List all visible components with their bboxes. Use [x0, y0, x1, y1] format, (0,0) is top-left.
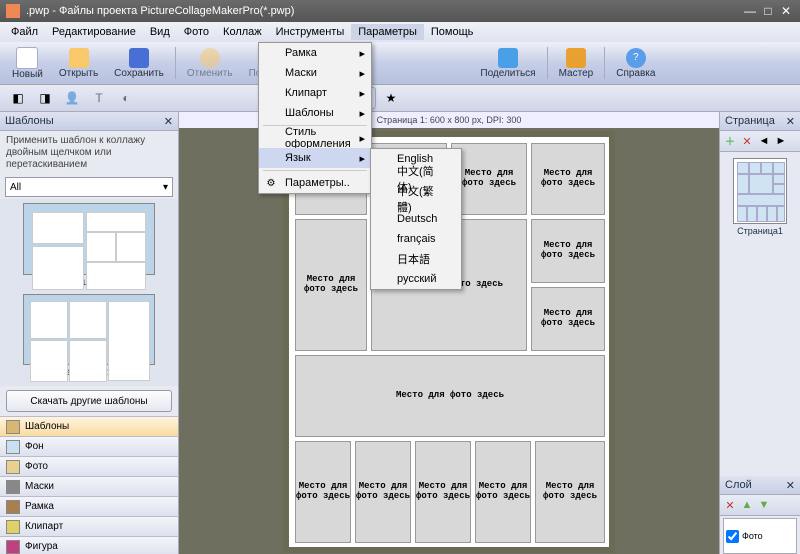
close-pages-icon[interactable]: ✕	[786, 115, 795, 128]
tool-2[interactable]: ◨	[33, 87, 57, 109]
save-button[interactable]: Сохранить	[106, 46, 172, 81]
menu-item-language[interactable]: Язык▸	[259, 148, 371, 168]
help-button[interactable]: ?Справка	[608, 46, 663, 81]
maximize-button[interactable]: □	[760, 4, 776, 18]
photo-cell[interactable]: Место для фото здесь	[531, 143, 605, 215]
menu-bar: Файл Редактирование Вид Фото Коллаж Инст…	[0, 22, 800, 42]
menu-item-style[interactable]: Стиль оформления▸	[259, 128, 371, 148]
photo-cell[interactable]: Место для фото здесь	[415, 441, 471, 543]
layer-visible-checkbox[interactable]	[726, 530, 739, 543]
master-button[interactable]: Мастер	[551, 46, 602, 81]
tool-4[interactable]: T	[87, 87, 111, 109]
photo-cell[interactable]: Место для фото здесь	[531, 287, 605, 351]
wand-icon	[566, 48, 586, 68]
down-layer-icon[interactable]: ▼	[757, 498, 771, 512]
tool-3[interactable]: 👤	[60, 87, 84, 109]
close-layers-icon[interactable]: ✕	[786, 479, 795, 492]
share-button[interactable]: Поделиться	[472, 46, 543, 81]
tab-background[interactable]: Фон	[0, 436, 178, 456]
dropdown-icon: ▾	[163, 182, 168, 193]
right-panel: Страница✕ ＋ ✕ ◄ ► Страница1 Слой✕ ✕ ▲ ▼ …	[719, 112, 800, 554]
template-thumb-2[interactable]	[23, 294, 155, 366]
minimize-button[interactable]: —	[742, 4, 758, 18]
undo-icon	[200, 48, 220, 68]
layers-title: Слой	[725, 479, 752, 491]
menu-item-params[interactable]: ⚙Параметры..	[259, 173, 371, 193]
template-thumb-1[interactable]	[23, 203, 155, 275]
photo-cell[interactable]: Место для фото здесь	[355, 441, 411, 543]
lang-french[interactable]: français	[371, 229, 461, 249]
photo-cell[interactable]: Место для фото здесь	[295, 441, 351, 543]
prev-page-icon[interactable]: ◄	[757, 134, 771, 148]
save-icon	[129, 48, 149, 68]
delete-page-icon[interactable]: ✕	[740, 134, 754, 148]
open-button[interactable]: Открыть	[51, 46, 106, 81]
tab-photo[interactable]: Фото	[0, 456, 178, 476]
page-name-1: Страница1	[720, 226, 800, 236]
next-page-icon[interactable]: ►	[774, 134, 788, 148]
photo-cell[interactable]: Место для фото здесь	[535, 441, 605, 543]
app-icon	[6, 4, 20, 18]
up-layer-icon[interactable]: ▲	[740, 498, 754, 512]
photo-cell[interactable]: Место для фото здесь	[531, 219, 605, 283]
menu-edit[interactable]: Редактирование	[45, 24, 143, 40]
close-button[interactable]: ✕	[778, 4, 794, 18]
undo-button[interactable]: Отменить	[179, 46, 241, 81]
toolbar: Новый Открыть Сохранить Отменить Повтори…	[0, 42, 800, 85]
lang-german[interactable]: Deutsch	[371, 209, 461, 229]
photo-cell[interactable]: Место для фото здесь	[451, 143, 527, 215]
menu-item-masks[interactable]: Маски▸	[259, 63, 371, 83]
menu-item-frame[interactable]: Рамка▸	[259, 43, 371, 63]
menu-view[interactable]: Вид	[143, 24, 177, 40]
lang-japanese[interactable]: 日本語	[371, 249, 461, 269]
params-menu: Рамка▸ Маски▸ Клипарт▸ Шаблоны▸ Стиль оф…	[258, 42, 372, 194]
secondary-toolbar: ◧ ◨ 👤 T ◐ 💾▾ 📁▾ ▶▾ ★	[0, 85, 800, 112]
template-filter[interactable]: All▾	[5, 177, 173, 197]
download-templates-button[interactable]: Скачать другие шаблоны	[6, 390, 172, 412]
layer-name: Фото	[742, 531, 763, 541]
photo-cell[interactable]: Место для фото здесь	[475, 441, 531, 543]
close-panel-icon[interactable]: ✕	[164, 115, 173, 128]
lang-russian[interactable]: русский	[371, 269, 461, 289]
delete-layer-icon[interactable]: ✕	[723, 498, 737, 512]
share-icon	[498, 48, 518, 68]
left-panel: Шаблоны ✕ Применить шаблон к коллажу двой…	[0, 112, 179, 554]
menu-item-templates[interactable]: Шаблоны▸	[259, 103, 371, 123]
tab-frame[interactable]: Рамка	[0, 496, 178, 516]
open-icon	[69, 48, 89, 68]
gear-icon: ⚙	[264, 176, 278, 190]
menu-tools[interactable]: Инструменты	[269, 24, 352, 40]
help-icon: ?	[626, 48, 646, 68]
language-submenu: English 中文(简体) 中文(繁體) Deutsch français 日…	[370, 148, 462, 290]
menu-help[interactable]: Помощь	[424, 24, 481, 40]
menu-file[interactable]: Файл	[4, 24, 45, 40]
templates-hint: Применить шаблон к коллажу двойным щелчк…	[0, 131, 178, 175]
tool-1[interactable]: ◧	[6, 87, 30, 109]
window-title: .pwp - Файлы проекта PictureCollageMaker…	[26, 5, 740, 17]
pages-title: Страница	[725, 115, 775, 127]
menu-params[interactable]: Параметры	[351, 24, 424, 40]
menu-collage[interactable]: Коллаж	[216, 24, 269, 40]
tab-templates[interactable]: Шаблоны	[0, 416, 178, 436]
tab-masks[interactable]: Маски	[0, 476, 178, 496]
photo-cell[interactable]: Место для фото здесь	[295, 219, 367, 351]
menu-photo[interactable]: Фото	[177, 24, 216, 40]
new-icon	[16, 47, 38, 69]
add-page-icon[interactable]: ＋	[723, 134, 737, 148]
photo-cell[interactable]: Место для фото здесь	[295, 355, 605, 437]
lang-chinese-traditional[interactable]: 中文(繁體)	[371, 189, 461, 209]
tab-shape[interactable]: Фигура	[0, 536, 178, 554]
tool-5[interactable]: ◐	[114, 87, 138, 109]
tab-clipart[interactable]: Клипарт	[0, 516, 178, 536]
menu-item-clipart[interactable]: Клипарт▸	[259, 83, 371, 103]
layer-list[interactable]: Фото	[723, 518, 797, 554]
page-thumb-1[interactable]	[733, 158, 787, 224]
star-btn[interactable]: ★	[379, 87, 403, 109]
new-button[interactable]: Новый	[4, 45, 51, 82]
templates-title: Шаблоны	[5, 115, 54, 127]
